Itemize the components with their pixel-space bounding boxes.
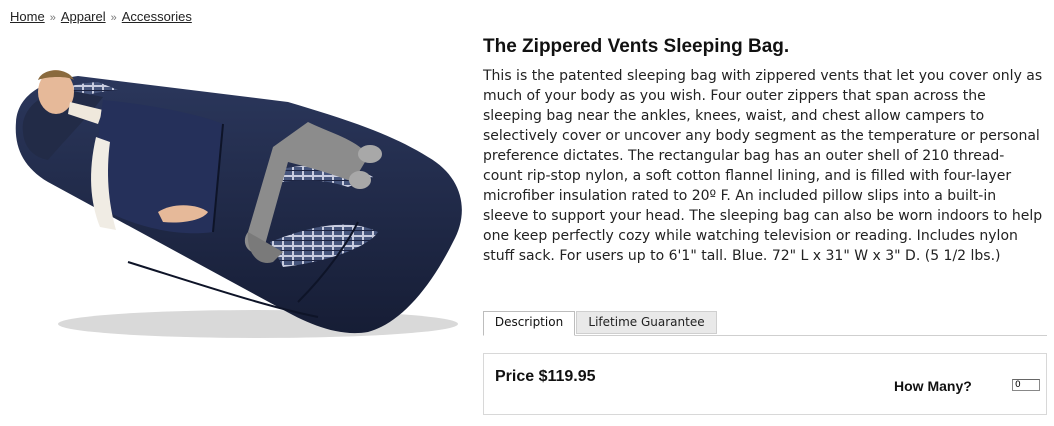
purchase-box: Price $119.95 How Many?	[483, 353, 1047, 415]
breadcrumb-accessories-link[interactable]: Accessories	[122, 9, 192, 24]
product-title: The Zippered Vents Sleeping Bag.	[483, 36, 790, 57]
tab-lifetime-guarantee[interactable]: Lifetime Guarantee	[576, 311, 717, 334]
price-label: Price $119.95	[495, 368, 596, 385]
quantity-label: How Many?	[894, 378, 972, 394]
breadcrumb-separator: »	[110, 12, 117, 24]
breadcrumb: Home » Apparel » Accessories	[10, 9, 192, 24]
product-description: This is the patented sleeping bag with z…	[483, 68, 1043, 264]
product-tabs: Description Lifetime Guarantee	[483, 311, 1047, 336]
product-image	[15, 70, 462, 338]
breadcrumb-separator: »	[49, 12, 56, 24]
tab-description[interactable]: Description	[483, 311, 575, 336]
breadcrumb-apparel-link[interactable]: Apparel	[61, 9, 106, 24]
breadcrumb-home-link[interactable]: Home	[10, 9, 45, 24]
quantity-input[interactable]	[1012, 379, 1040, 391]
